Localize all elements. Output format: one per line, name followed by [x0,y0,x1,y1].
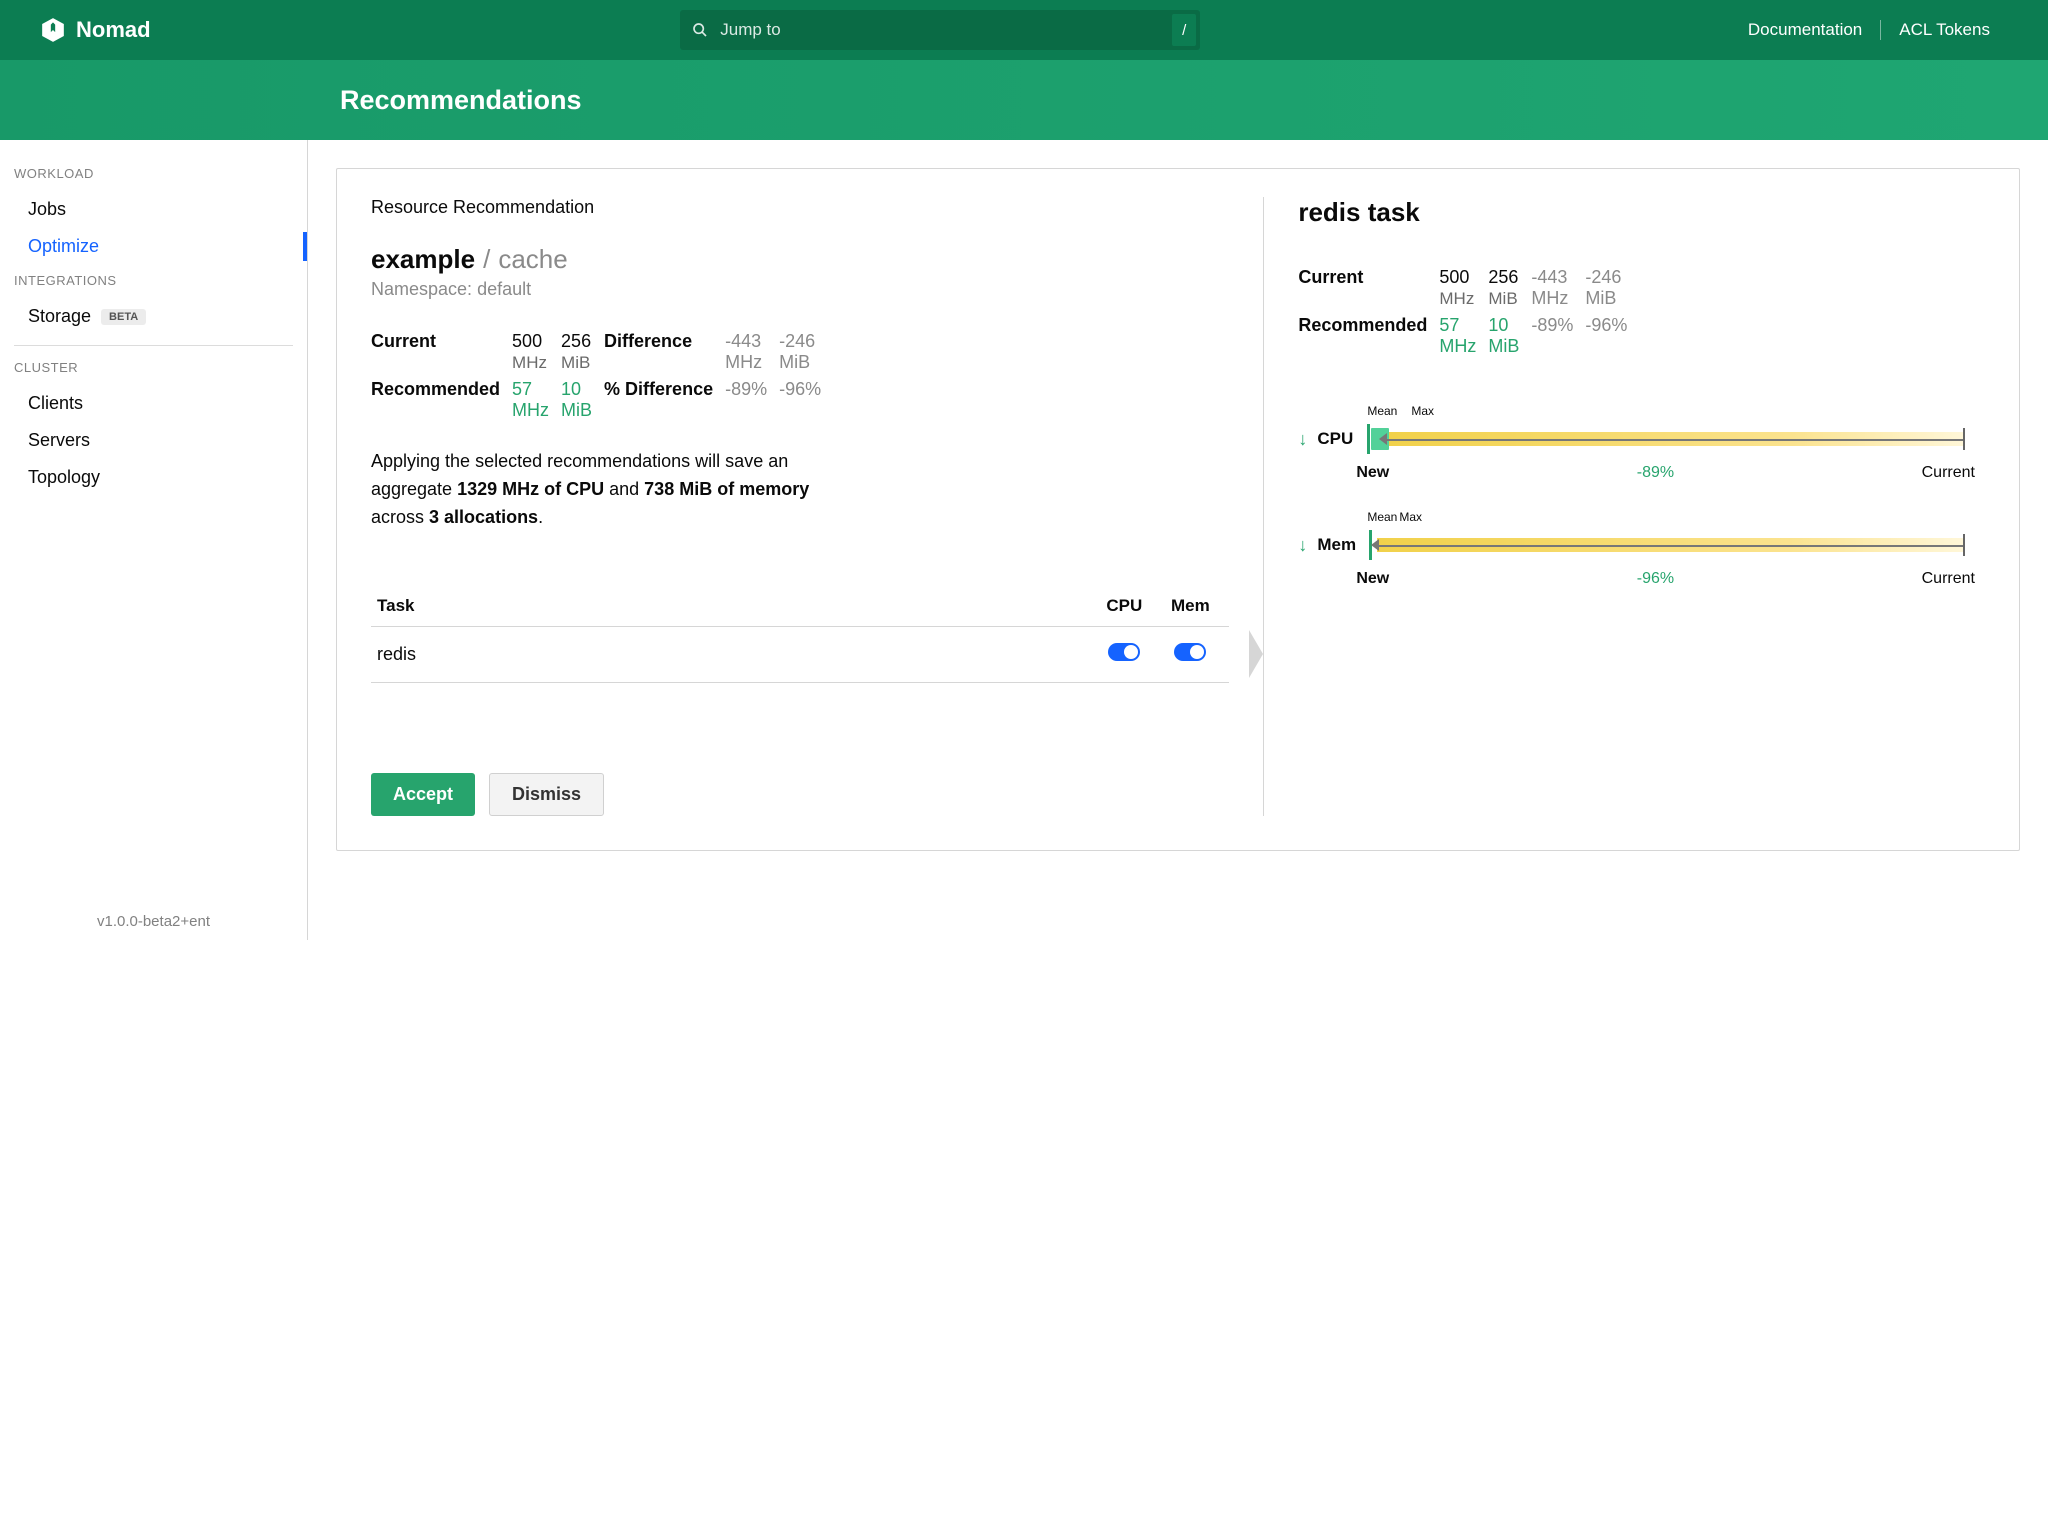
mem-toggle[interactable] [1174,643,1206,661]
cpu-chart: ↓ CPU Mean Max [1298,420,1985,482]
sidebar-item-optimize[interactable]: Optimize [0,228,307,265]
search-wrap: / [680,10,1200,50]
version-string: v1.0.0-beta2+ent [0,913,307,930]
recommendation-card: Resource Recommendation example / cache … [336,168,2020,851]
top-links: Documentation ACL Tokens [1730,20,2008,40]
sidebar-section-integrations: INTEGRATIONS [0,265,307,298]
task-title: redis task [1298,197,1985,228]
topbar: Nomad / Documentation ACL Tokens [0,0,2048,60]
job-name: example [371,244,475,275]
acl-tokens-link[interactable]: ACL Tokens [1881,20,2008,40]
task-pane: redis task Current Recommended 500MHz 57… [1264,197,1985,816]
main: Resource Recommendation example / cache … [308,140,2048,940]
sidebar-divider [14,345,293,346]
namespace-value: default [477,279,531,299]
sidebar-section-cluster: CLUSTER [0,352,307,385]
group-name: cache [498,244,567,275]
down-arrow-icon: ↓ [1298,429,1307,450]
task-table-header: Task CPU Mem [371,586,1229,627]
sidebar-item-clients[interactable]: Clients [0,385,307,422]
summary-pane: Resource Recommendation example / cache … [371,197,1264,816]
page-header: Recommendations [0,60,2048,140]
stats-grid-left: Current Recommended 500MHz 57MHz 256MiB … [371,328,1229,424]
sidebar-item-topology[interactable]: Topology [0,459,307,496]
mem-chart: ↓ Mem Mean Max New [1298,526,1985,588]
beta-badge: BETA [101,309,146,325]
app-name: Nomad [76,17,151,43]
task-name: redis [377,644,1091,665]
section-label: Resource Recommendation [371,197,1229,218]
search-icon [692,22,708,38]
search-input[interactable] [680,10,1200,50]
accept-button[interactable]: Accept [371,773,475,816]
documentation-link[interactable]: Documentation [1730,20,1880,40]
sidebar-item-jobs[interactable]: Jobs [0,191,307,228]
sidebar-item-storage[interactable]: Storage BETA [0,298,307,335]
page-title: Recommendations [340,85,582,116]
explain-text: Applying the selected recommendations wi… [371,448,811,532]
cpu-toggle[interactable] [1108,643,1140,661]
task-row[interactable]: redis [371,627,1229,683]
sidebar-item-servers[interactable]: Servers [0,422,307,459]
dismiss-button[interactable]: Dismiss [489,773,604,816]
stats-grid-right: Current Recommended 500MHz 57MHz 256MiB … [1298,264,1985,360]
nomad-icon [40,17,66,43]
slash-key: / [1172,14,1196,46]
sidebar-section-workload: WORKLOAD [0,158,307,191]
task-table: Task CPU Mem redis [371,586,1229,683]
job-group-title: example / cache [371,244,1229,275]
down-arrow-icon: ↓ [1298,535,1307,556]
sidebar: WORKLOAD Jobs Optimize INTEGRATIONS Stor… [0,140,308,940]
logo[interactable]: Nomad [40,17,151,43]
actions: Accept Dismiss [371,773,1229,816]
namespace-line: Namespace: default [371,279,1229,300]
